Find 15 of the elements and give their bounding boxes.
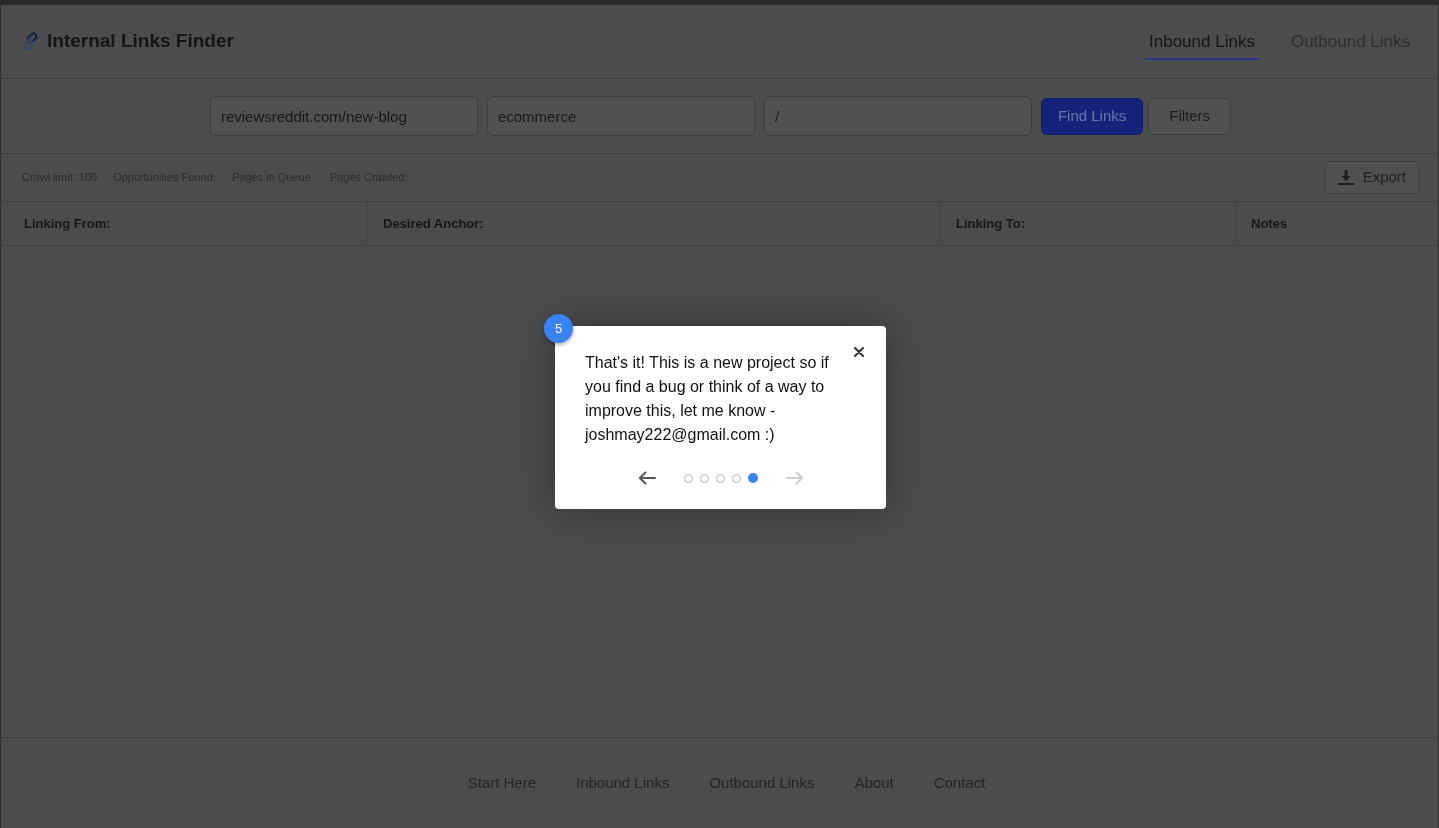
chain-link-icon xyxy=(21,32,40,51)
close-icon xyxy=(854,347,864,357)
download-icon xyxy=(1337,170,1354,185)
previous-button[interactable] xyxy=(637,470,656,486)
find-links-button[interactable]: Find Links xyxy=(1040,97,1144,135)
tour-message: That's it! This is a new project so if you find a bug or think of a way to improve this, let me know - joshmay222@gmail.com :) xyxy=(585,353,830,445)
input-field[interactable]: ecommerce xyxy=(486,96,755,136)
app-title: Internal Links Finder xyxy=(47,29,234,54)
nav-tab[interactable]: Inbound Links xyxy=(1145,28,1259,61)
right-arrow-icon xyxy=(785,471,804,485)
input-field[interactable]: / xyxy=(763,96,1032,136)
input-field[interactable]: reviewsreddit.com/new-blog xyxy=(209,96,478,136)
left-arrow-icon xyxy=(637,471,656,485)
close-button[interactable] xyxy=(852,345,866,359)
step-badge: 5 xyxy=(544,314,573,343)
